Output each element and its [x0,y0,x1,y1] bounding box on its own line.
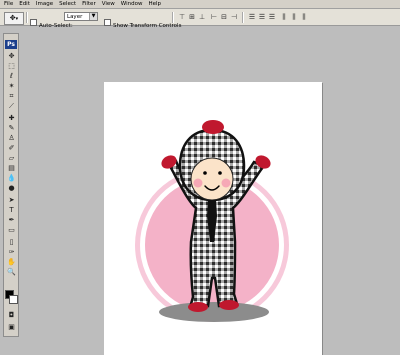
distribute-bottom-icon[interactable]: ☰ [268,13,276,21]
menu-file[interactable]: File [4,0,13,9]
history-brush-tool-icon[interactable]: ✐ [6,144,17,153]
menu-view[interactable]: View [102,0,115,9]
right-shoe [219,300,239,310]
auto-select-target-dropdown[interactable]: Layer ▼ [64,12,98,21]
background-color-swatch[interactable] [9,295,18,304]
ground-shadow [159,302,269,322]
align-horizontal-center-icon[interactable]: ⊟ [220,13,228,21]
quick-mask-mode-icon[interactable]: ◘ [6,311,17,320]
align-right-icon[interactable]: ⊣ [230,13,238,21]
move-tool-icon[interactable]: ✥ [6,52,17,61]
left-eye [203,171,207,175]
menu-edit[interactable]: Edit [19,0,30,9]
left-shoe [188,302,208,312]
path-selection-tool-icon[interactable]: ➤ [6,196,17,205]
brush-tool-icon[interactable]: ✎ [6,124,17,133]
align-left-icon[interactable]: ⊢ [210,13,218,21]
type-tool-icon[interactable]: T [6,206,17,215]
align-vertical-center-icon[interactable]: ⊞ [188,13,196,21]
marquee-tool-icon[interactable]: ⬚ [6,62,17,71]
show-transform-checkbox[interactable] [104,19,111,26]
eraser-tool-icon[interactable]: ▱ [6,154,17,163]
zoom-tool-icon[interactable]: 🔍 [6,268,17,277]
eyedropper-tool-icon[interactable]: ✑ [6,248,17,257]
options-bar: ✥▾ Auto-Select: Layer ▼ Show Transform C… [0,9,400,29]
document-workspace [20,27,398,355]
magic-wand-tool-icon[interactable]: ✶ [6,82,17,91]
menu-image[interactable]: Image [36,0,53,9]
screen-mode-icon[interactable]: ▣ [6,323,17,332]
tools-panel: Ps ✥ ⬚ ℓ ✶ ⌗ ⟋ ✚ ✎ ♙ ✐ ▱ ▤ 💧 ● ➤ T ✒ ▭ ▯… [3,33,19,337]
auto-select-checkbox[interactable] [30,19,37,26]
tool-preset-picker[interactable]: ✥▾ [4,12,24,25]
divider [26,12,28,23]
distribute-vertical-center-icon[interactable]: ☰ [258,13,266,21]
slice-tool-icon[interactable]: ⟋ [6,102,17,111]
left-cheek [193,178,203,188]
menu-help[interactable]: Help [148,0,161,9]
notes-tool-icon[interactable]: ▯ [6,238,17,247]
distribute-horizontal-center-icon[interactable]: ⫼ [290,13,298,21]
hand-tool-icon[interactable]: ✋ [6,258,17,267]
healing-brush-tool-icon[interactable]: ✚ [6,114,17,123]
menu-bar: File Edit Image Select Filter View Windo… [0,0,400,9]
menu-select[interactable]: Select [59,0,76,9]
photoshop-logo: Ps [5,40,17,49]
hat-pompom [202,120,224,134]
auto-select-target-value: Layer [67,14,83,20]
distribute-left-icon[interactable]: ⫼ [280,13,288,21]
align-top-icon[interactable]: ⊤ [178,13,186,21]
document-canvas[interactable] [104,82,322,355]
chevron-down-icon: ▼ [89,13,97,20]
pen-tool-icon[interactable]: ✒ [6,216,17,225]
divider [172,12,174,23]
artwork-illustration [135,120,289,322]
crop-tool-icon[interactable]: ⌗ [6,92,17,101]
menu-filter[interactable]: Filter [82,0,96,9]
shape-tool-icon[interactable]: ▭ [6,226,17,235]
menu-window[interactable]: Window [121,0,143,9]
distribute-top-icon[interactable]: ☰ [248,13,256,21]
clone-stamp-tool-icon[interactable]: ♙ [6,134,17,143]
gradient-tool-icon[interactable]: ▤ [6,164,17,173]
blur-tool-icon[interactable]: 💧 [6,174,17,183]
dodge-tool-icon[interactable]: ● [6,184,17,193]
lasso-tool-icon[interactable]: ℓ [6,72,17,81]
align-bottom-icon[interactable]: ⊥ [198,13,206,21]
divider [242,12,244,23]
right-eye [218,171,222,175]
distribute-right-icon[interactable]: ⫼ [300,13,308,21]
right-cheek [221,178,231,188]
